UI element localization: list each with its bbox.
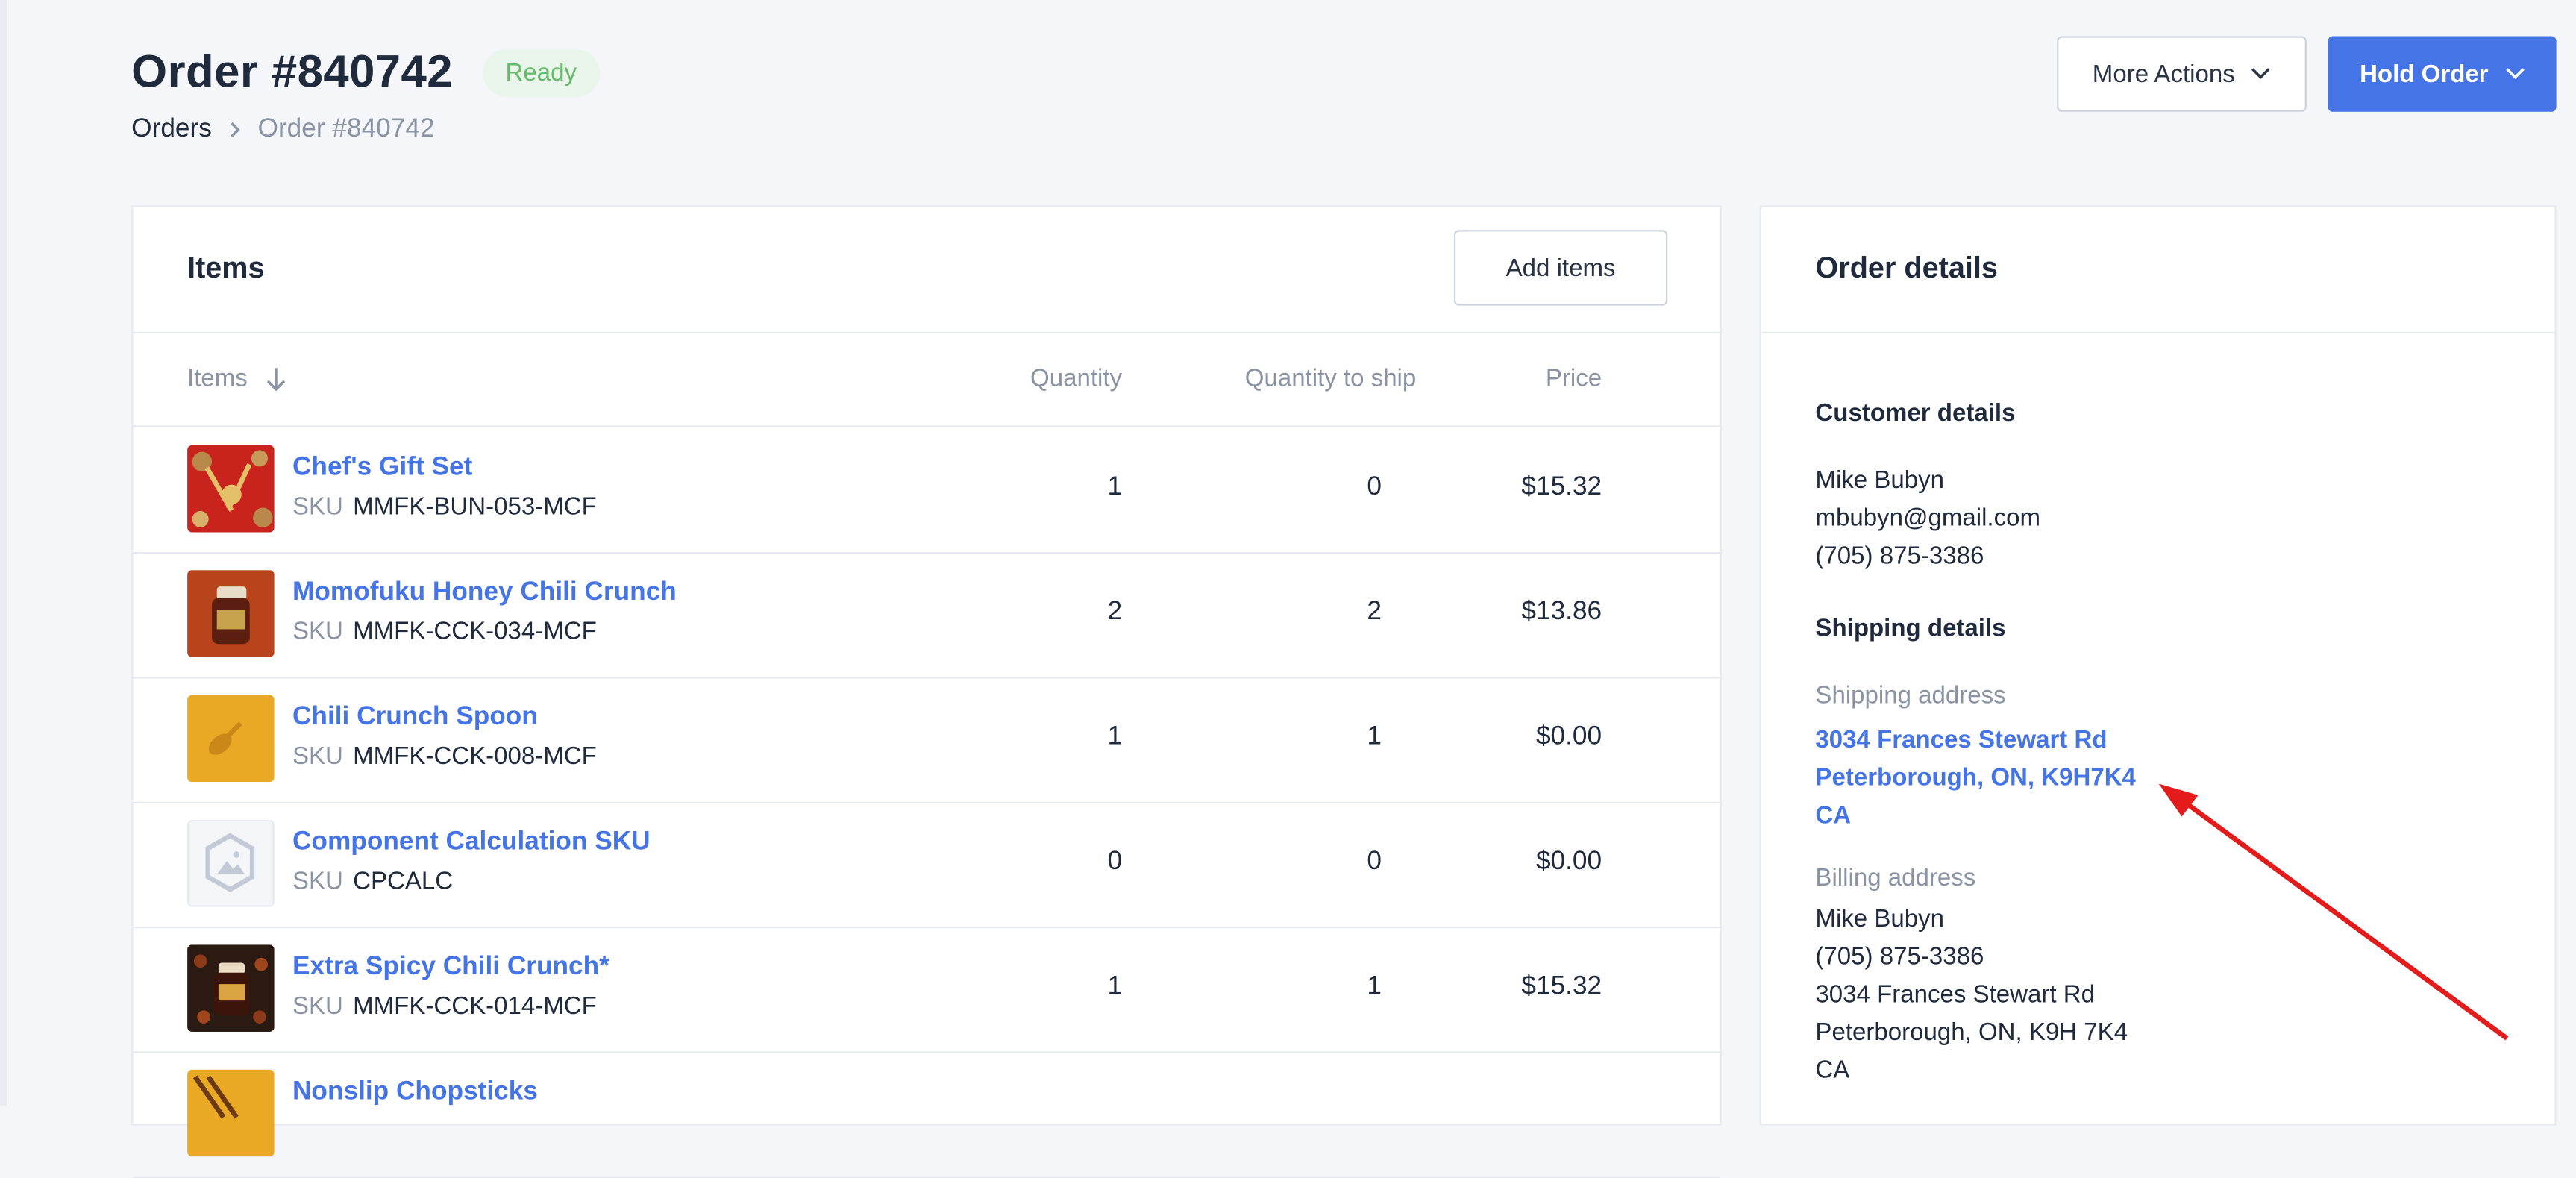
items-card: Items Add items Items Quantity Quantity …	[131, 205, 1722, 1178]
quantity-cell: 0	[1107, 848, 1123, 876]
left-edge-strip	[0, 0, 7, 1106]
customer-email: mbubyn@gmail.com	[1815, 504, 2041, 533]
billing-address-line3: CA	[1815, 1056, 1850, 1085]
table-row: Momofuku Honey Chili Crunch SKU MMFK-CCK-…	[133, 552, 1720, 679]
quantity-cell: 1	[1107, 972, 1123, 1001]
more-actions-label: More Actions	[2092, 60, 2235, 88]
billing-name: Mike Bubyn	[1815, 905, 1945, 933]
price-cell: $0.00	[1535, 848, 1602, 876]
sku-label: SKU	[292, 492, 343, 521]
quantity-to-ship-cell: 1	[1367, 972, 1382, 1001]
table-row: Chili Crunch Spoon SKU MMFK-CCK-008-MCF 1…	[133, 677, 1720, 803]
quantity-to-ship-cell: 0	[1367, 473, 1382, 501]
shipping-details-heading: Shipping details	[1815, 614, 2006, 643]
product-thumbnail-spicy-jar	[187, 944, 275, 1032]
sort-arrow-down-icon[interactable]	[264, 366, 287, 392]
sku-label: SKU	[292, 618, 343, 646]
column-header-price: Price	[1545, 364, 1602, 393]
sku-value: CPCALC	[353, 867, 454, 896]
sku-value: MMFK-CCK-008-MCF	[353, 742, 597, 771]
shipping-address-label: Shipping address	[1815, 681, 2006, 710]
more-actions-button[interactable]: More Actions	[2057, 36, 2307, 112]
shipping-address-line3: CA	[1815, 801, 1852, 830]
product-sku: SKU CPCALC	[292, 868, 453, 895]
customer-details-heading: Customer details	[1815, 399, 2016, 427]
column-header-items-label: Items	[187, 364, 248, 393]
items-table-header: Items Quantity Quantity to ship Price	[133, 333, 1720, 427]
quantity-cell: 1	[1107, 473, 1123, 501]
product-thumbnail-spoon	[187, 695, 275, 783]
customer-details-section: Customer details Mike Bubyn mbubyn@gmail…	[1815, 395, 2040, 575]
product-sku: SKU MMFK-CCK-008-MCF	[292, 742, 597, 770]
sku-value: MMFK-CCK-014-MCF	[353, 992, 597, 1021]
customer-phone: (705) 875-3386	[1815, 542, 1984, 571]
billing-address-line1: 3034 Frances Stewart Rd	[1815, 980, 2096, 1009]
breadcrumb: Orders Order #840742	[131, 115, 434, 145]
table-row: Chef's Gift Set SKU MMFK-BUN-053-MCF 1 0 …	[133, 427, 1720, 554]
product-thumbnail-chopsticks	[187, 1069, 275, 1157]
shipping-address-line1: 3034 Frances Stewart Rd	[1815, 726, 2108, 754]
shipping-address-link[interactable]: 3034 Frances Stewart Rd Peterborough, ON…	[1815, 721, 2135, 835]
table-row: Extra Spicy Chili Crunch* SKU MMFK-CCK-01…	[133, 927, 1720, 1053]
annotation-arrow-icon	[2158, 783, 2509, 1041]
quantity-to-ship-cell: 2	[1367, 598, 1382, 627]
sku-value: MMFK-CCK-034-MCF	[353, 618, 597, 646]
price-cell: $0.00	[1535, 722, 1602, 751]
quantity-to-ship-cell: 1	[1367, 722, 1382, 751]
product-link[interactable]: Nonslip Chopsticks	[292, 1078, 538, 1108]
product-link[interactable]: Momofuku Honey Chili Crunch	[292, 578, 677, 608]
quantity-to-ship-cell: 0	[1367, 848, 1382, 876]
placeholder-image-icon	[187, 819, 275, 907]
price-cell: $15.32	[1521, 972, 1602, 1001]
quantity-cell: 1	[1107, 722, 1123, 751]
chevron-right-icon	[231, 122, 240, 138]
page-title: Order #840742	[131, 46, 454, 97]
sku-label: SKU	[292, 992, 343, 1021]
order-details-title: Order details	[1815, 251, 1998, 284]
hold-order-button[interactable]: Hold Order	[2328, 36, 2557, 112]
items-card-header: Items Add items	[133, 207, 1720, 334]
status-badge: Ready	[482, 48, 600, 96]
breadcrumb-current: Order #840742	[257, 115, 435, 143]
product-link[interactable]: Chili Crunch Spoon	[292, 704, 538, 733]
column-header-quantity: Quantity	[1030, 364, 1123, 393]
billing-address-line2: Peterborough, ON, K9H 7K4	[1815, 1018, 2128, 1047]
product-link[interactable]: Extra Spicy Chili Crunch*	[292, 953, 609, 983]
product-sku: SKU MMFK-CCK-014-MCF	[292, 992, 597, 1020]
chevron-down-icon	[2505, 68, 2525, 79]
items-card-title: Items	[187, 251, 265, 284]
shipping-details-section: Shipping details Shipping address 3034 F…	[1815, 610, 2135, 1089]
column-header-items[interactable]: Items	[187, 365, 287, 392]
column-header-quantity-to-ship: Quantity to ship	[1244, 364, 1417, 393]
order-page: Order #840742 Ready Orders Order #840742…	[0, 0, 2576, 1178]
add-items-button[interactable]: Add items	[1453, 230, 1668, 306]
product-link[interactable]: Component Calculation SKU	[292, 828, 651, 858]
hold-order-label: Hold Order	[2360, 60, 2489, 88]
shipping-address-line2: Peterborough, ON, K9H7K4	[1815, 764, 2136, 792]
sku-label: SKU	[292, 867, 343, 896]
table-row: Component Calculation SKU SKU CPCALC 0 0 …	[133, 802, 1720, 929]
product-link[interactable]: Chef's Gift Set	[292, 454, 472, 483]
sku-value: MMFK-BUN-053-MCF	[353, 492, 597, 521]
product-thumbnail-honey-jar	[187, 570, 275, 657]
chevron-down-icon	[2251, 68, 2271, 79]
title-row: Order #840742 Ready	[131, 46, 600, 98]
quantity-cell: 2	[1107, 598, 1123, 627]
price-cell: $15.32	[1521, 473, 1602, 501]
product-sku: SKU MMFK-BUN-053-MCF	[292, 493, 597, 521]
price-cell: $13.86	[1521, 598, 1602, 627]
divider	[1761, 331, 2555, 334]
billing-address-label: Billing address	[1815, 864, 1976, 892]
table-row: Nonslip Chopsticks	[133, 1051, 1720, 1178]
sku-label: SKU	[292, 742, 343, 771]
product-sku: SKU MMFK-CCK-034-MCF	[292, 618, 597, 645]
breadcrumb-orders-link[interactable]: Orders	[131, 115, 212, 145]
product-thumbnail-gift-set	[187, 445, 275, 533]
customer-name: Mike Bubyn	[1815, 466, 1945, 495]
billing-phone: (705) 875-3386	[1815, 943, 1984, 971]
